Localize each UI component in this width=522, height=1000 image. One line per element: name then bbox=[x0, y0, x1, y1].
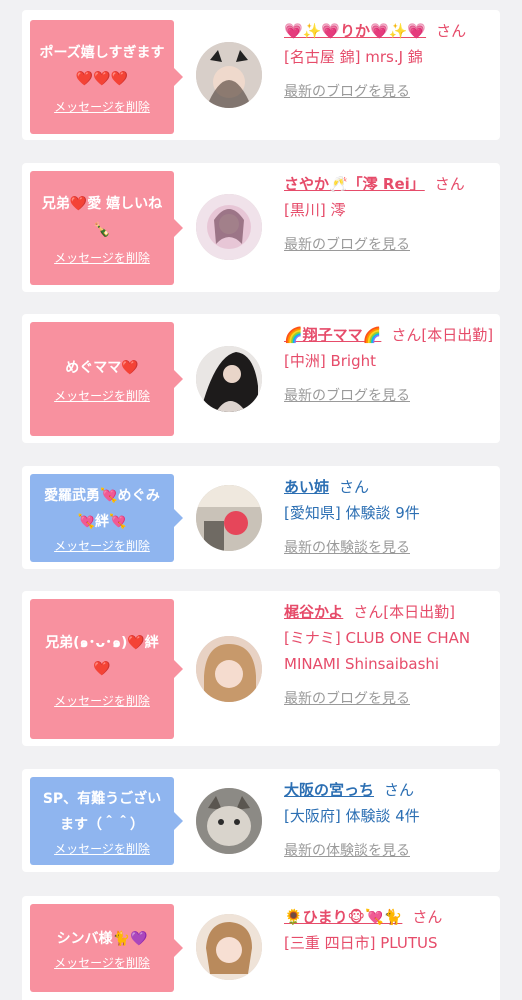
review-count: [大阪府] 体験談 4件 bbox=[284, 807, 420, 825]
avatar-image bbox=[196, 346, 262, 412]
delete-message-link[interactable]: メッセージを削除 bbox=[54, 692, 150, 709]
honorific: さん[本日出勤] bbox=[353, 603, 455, 621]
message-card: 兄弟❤️愛 嬉しいね🍾 メッセージを削除 さやか🥂「澪 Rei」 さん [黒川] … bbox=[22, 163, 500, 292]
avatar-image bbox=[196, 636, 262, 702]
latest-blog-link[interactable]: 最新のブログを見る bbox=[284, 388, 410, 404]
message-bubble: 兄弟(๑･ᴗ･๑)❤️絆❤️ メッセージを削除 bbox=[30, 599, 183, 739]
message-bubble: 兄弟❤️愛 嬉しいね🍾 メッセージを削除 bbox=[30, 171, 183, 285]
shop-info: [ミナミ] CLUB ONE CHAN MINAMI Shinsaibashi bbox=[284, 629, 471, 673]
honorific: さん bbox=[339, 478, 370, 496]
avatar-image bbox=[196, 914, 262, 980]
avatar-image bbox=[196, 485, 262, 551]
message-text: 愛羅武勇💘めぐみ💘絆💘 bbox=[44, 487, 160, 530]
avatar[interactable] bbox=[196, 914, 262, 980]
delete-message-link[interactable]: メッセージを削除 bbox=[54, 387, 150, 404]
avatar[interactable] bbox=[196, 194, 262, 260]
latest-review-link[interactable]: 最新の体験談を見る bbox=[284, 843, 410, 859]
message-card: 愛羅武勇💘めぐみ💘絆💘 メッセージを削除 あい姉 さん [愛知県] 体験談 9件 … bbox=[22, 466, 500, 569]
message-card: シンバ様🐈💜 メッセージを削除 🌻ひまり🐵💘🐈 さん [三重 四日市] PLUTU… bbox=[22, 896, 500, 1000]
message-card: めぐママ❤️ メッセージを削除 🌈翔子ママ🌈 さん[本日出勤] [中洲] Brig… bbox=[22, 314, 500, 443]
avatar[interactable] bbox=[196, 788, 262, 854]
message-text: 兄弟❤️愛 嬉しいね🍾 bbox=[41, 195, 163, 238]
avatar-image bbox=[196, 194, 262, 260]
message-card: 兄弟(๑･ᴗ･๑)❤️絆❤️ メッセージを削除 梶谷かよ さん[本日出勤] [ミナ… bbox=[22, 591, 500, 746]
message-text: ポーズ嬉しすぎます❤️❤️❤️ bbox=[39, 44, 165, 87]
honorific: さん bbox=[412, 908, 443, 926]
user-name-link[interactable]: 大阪の宮っち bbox=[284, 781, 374, 799]
latest-blog-link[interactable]: 最新のブログを見る bbox=[284, 691, 410, 707]
message-text: SP、有難うございます（＾＾） bbox=[42, 790, 162, 833]
delete-message-link[interactable]: メッセージを削除 bbox=[54, 954, 150, 971]
avatar[interactable] bbox=[196, 636, 262, 702]
message-card: SP、有難うございます（＾＾） メッセージを削除 大阪の宮っち さん [大阪府] … bbox=[22, 769, 500, 872]
honorific: さん bbox=[384, 781, 415, 799]
avatar-image bbox=[196, 42, 262, 108]
avatar[interactable] bbox=[196, 346, 262, 412]
avatar[interactable] bbox=[196, 42, 262, 108]
message-text: シンバ様🐈💜 bbox=[56, 930, 148, 947]
message-bubble: シンバ様🐈💜 メッセージを削除 bbox=[30, 904, 183, 992]
latest-blog-link[interactable]: 最新のブログを見る bbox=[284, 237, 410, 253]
user-name-link[interactable]: 梶谷かよ bbox=[284, 603, 343, 621]
shop-info: [名古屋 錦] mrs.J 錦 bbox=[284, 48, 423, 66]
user-name-link[interactable]: あい姉 bbox=[284, 478, 329, 496]
shop-info: [黒川] 澪 bbox=[284, 201, 346, 219]
message-bubble: ポーズ嬉しすぎます❤️❤️❤️ メッセージを削除 bbox=[30, 20, 183, 134]
honorific: さん bbox=[434, 175, 465, 193]
avatar-image bbox=[196, 788, 262, 854]
honorific: さん[本日出勤] bbox=[391, 326, 494, 344]
honorific: さん bbox=[436, 22, 467, 40]
message-text: 兄弟(๑･ᴗ･๑)❤️絆❤️ bbox=[45, 634, 159, 677]
review-count: [愛知県] 体験談 9件 bbox=[284, 504, 420, 522]
delete-message-link[interactable]: メッセージを削除 bbox=[54, 249, 150, 266]
delete-message-link[interactable]: メッセージを削除 bbox=[54, 840, 150, 857]
message-bubble: SP、有難うございます（＾＾） メッセージを削除 bbox=[30, 777, 183, 865]
user-name-link[interactable]: 💗✨💗りか💗✨💗 bbox=[284, 22, 426, 40]
user-name-link[interactable]: 🌻ひまり🐵💘🐈 bbox=[284, 908, 402, 926]
message-bubble: 愛羅武勇💘めぐみ💘絆💘 メッセージを削除 bbox=[30, 474, 183, 562]
shop-info: [中洲] Bright bbox=[284, 352, 377, 370]
user-name-link[interactable]: 🌈翔子ママ🌈 bbox=[284, 326, 381, 344]
shop-info: [三重 四日市] PLUTUS bbox=[284, 934, 438, 952]
delete-message-link[interactable]: メッセージを削除 bbox=[54, 98, 150, 115]
avatar[interactable] bbox=[196, 485, 262, 551]
message-bubble: めぐママ❤️ メッセージを削除 bbox=[30, 322, 183, 436]
user-name-link[interactable]: さやか🥂「澪 Rei」 bbox=[284, 175, 425, 193]
latest-review-link[interactable]: 最新の体験談を見る bbox=[284, 540, 410, 556]
message-text: めぐママ❤️ bbox=[65, 359, 139, 376]
latest-blog-link[interactable]: 最新のブログを見る bbox=[284, 84, 410, 100]
message-card: ポーズ嬉しすぎます❤️❤️❤️ メッセージを削除 💗✨💗りか💗✨💗 さん [名古屋… bbox=[22, 10, 500, 140]
delete-message-link[interactable]: メッセージを削除 bbox=[54, 537, 150, 554]
